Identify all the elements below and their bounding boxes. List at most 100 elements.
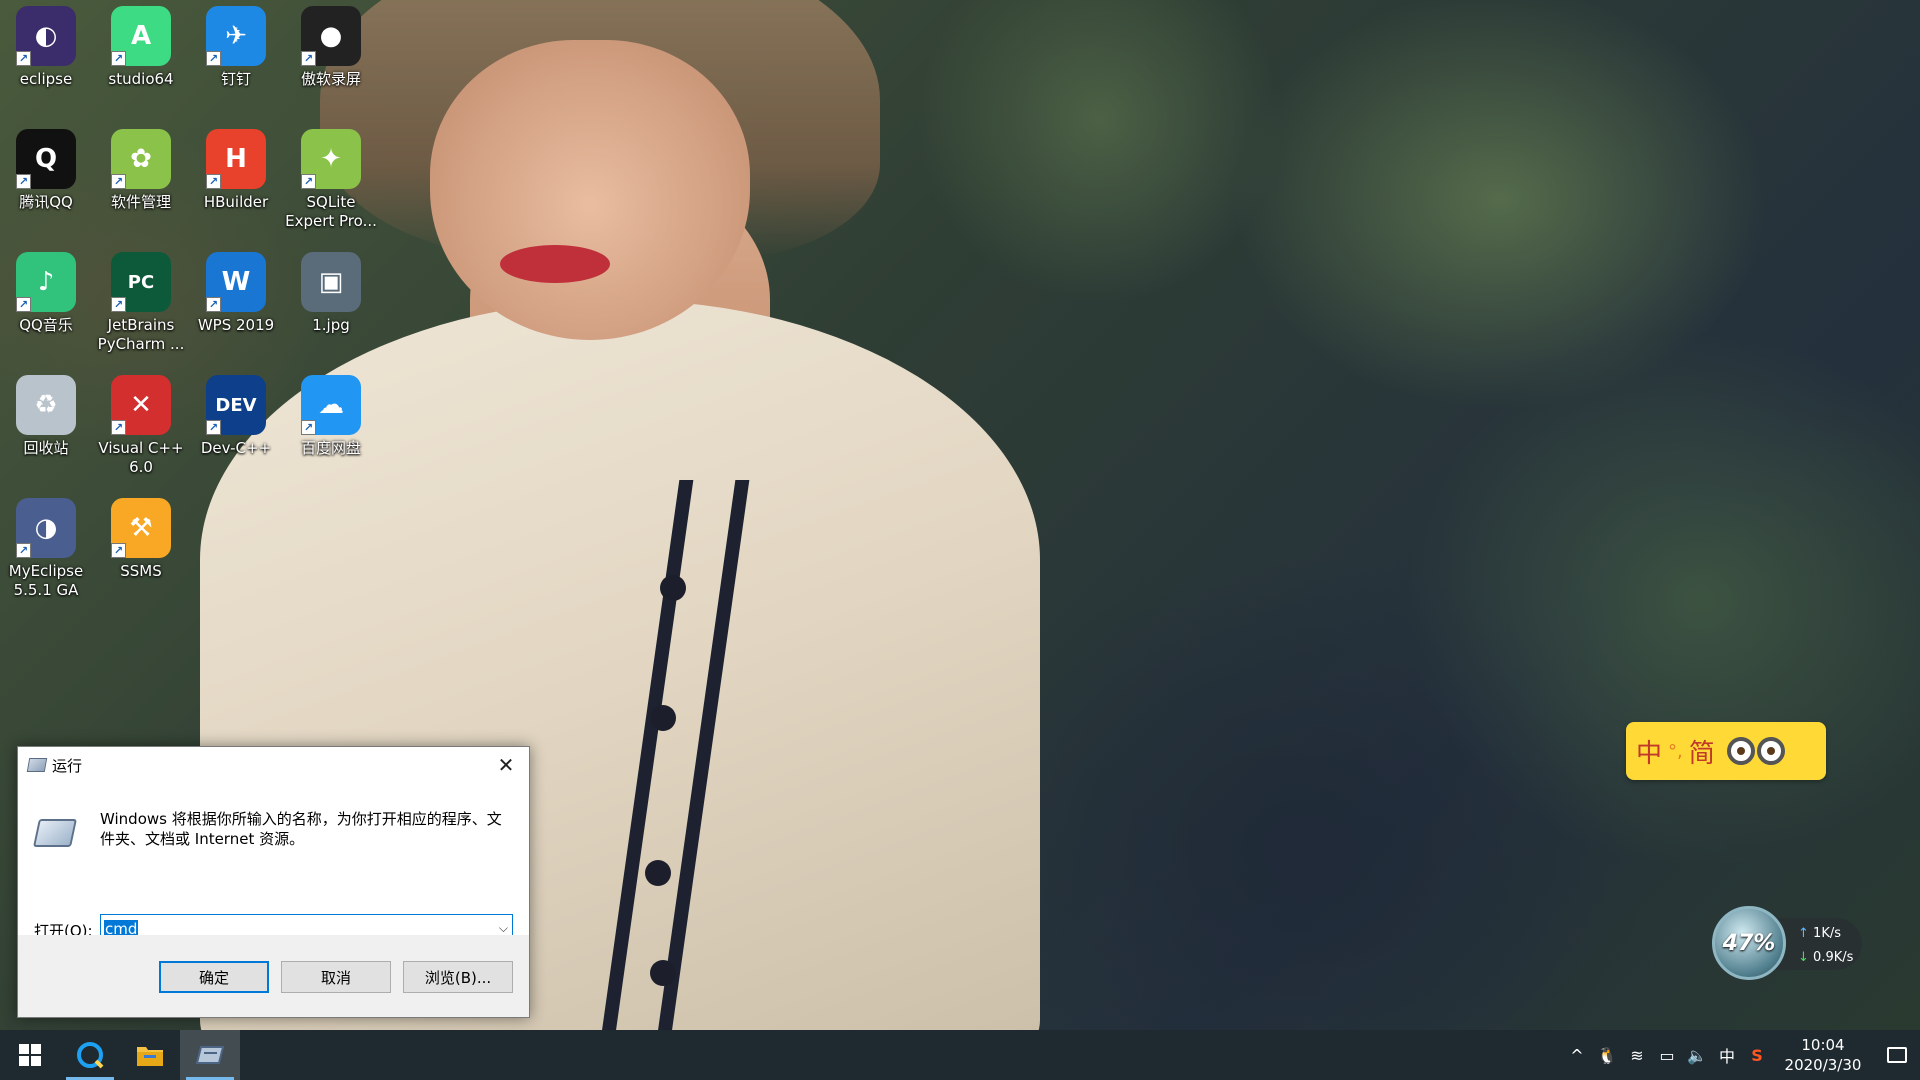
ime-punctuation-toggle[interactable]: °, <box>1668 741 1683 762</box>
shortcut-arrow-icon: ↗ <box>16 297 31 312</box>
desktop-icon[interactable]: W ↗ WPS 2019 <box>190 248 282 335</box>
desktop-icon-label: Visual C++ 6.0 <box>98 439 184 476</box>
desktop-icon[interactable]: ▣ 1.jpg <box>285 248 377 335</box>
volume-icon[interactable]: 🔈 <box>1682 1030 1712 1080</box>
notification-icon <box>1887 1047 1907 1063</box>
desktop-icon[interactable]: PC ↗ JetBrains PyCharm ... <box>95 248 187 354</box>
desktop-icon[interactable]: ◐ ↗ eclipse <box>0 2 92 89</box>
desktop-icon[interactable]: ◑ ↗ MyEclipse 5.5.1 GA <box>0 494 92 600</box>
desktop-icon-label: 傲软录屏 <box>300 70 361 88</box>
desktop-icon[interactable]: ⚒ ↗ SSMS <box>95 494 187 581</box>
shortcut-arrow-icon: ↗ <box>111 543 126 558</box>
app-icon: ● ↗ <box>301 6 361 66</box>
wallpaper-button <box>645 860 671 886</box>
desktop-icon-label: QQ音乐 <box>19 316 73 334</box>
close-button[interactable]: ✕ <box>483 747 529 783</box>
ime-toolbar[interactable]: 中 °, 简 <box>1626 722 1826 780</box>
action-center-button[interactable] <box>1874 1030 1920 1080</box>
app-icon: ⚒ ↗ <box>111 498 171 558</box>
ime-mode-toggle[interactable]: 中 <box>1636 733 1662 770</box>
app-icon: ◑ ↗ <box>16 498 76 558</box>
wallpaper-button <box>650 960 676 986</box>
desktop-icon-label: JetBrains PyCharm ... <box>97 316 185 353</box>
desktop-icon[interactable]: ♻ 回收站 <box>0 371 92 458</box>
app-icon: W ↗ <box>206 252 266 312</box>
shortcut-arrow-icon: ↗ <box>111 51 126 66</box>
download-rate: 0.9K/s <box>1813 950 1854 965</box>
desktop-icon-label: HBuilder <box>203 193 269 211</box>
ime-eye-icon <box>1756 737 1785 765</box>
wallpaper-button <box>650 705 676 731</box>
folder-icon <box>137 1047 163 1066</box>
desktop-icon-label: WPS 2019 <box>197 316 275 334</box>
close-icon: ✕ <box>497 753 515 777</box>
wallpaper-lips <box>500 245 610 283</box>
run-footer: 确定 取消 浏览(B)... <box>18 935 529 1017</box>
desktop-icon[interactable]: ✕ ↗ Visual C++ 6.0 <box>95 371 187 477</box>
desktop-icon[interactable]: A ↗ studio64 <box>95 2 187 89</box>
desktop-icon[interactable]: ✦ ↗ SQLite Expert Pro... <box>285 125 377 231</box>
download-arrow-icon: ↓ <box>1798 950 1809 965</box>
ime-charset-toggle[interactable]: 简 <box>1689 733 1715 770</box>
browse-button[interactable]: 浏览(B)... <box>403 961 513 993</box>
ime-eye-icon <box>1726 737 1755 765</box>
shortcut-arrow-icon: ↗ <box>16 51 31 66</box>
input-language-indicator[interactable]: 中 <box>1712 1030 1742 1080</box>
desktop-icon[interactable]: DEV ↗ Dev-C++ <box>190 371 282 458</box>
desktop-icon[interactable]: ♪ ↗ QQ音乐 <box>0 248 92 335</box>
run-app-icon <box>26 758 48 772</box>
run-icon <box>195 1046 225 1064</box>
app-icon: PC ↗ <box>111 252 171 312</box>
clock-date: 2020/3/30 <box>1784 1056 1862 1074</box>
app-icon: ✦ ↗ <box>301 129 361 189</box>
desktop-icon-label: studio64 <box>108 70 174 88</box>
start-button[interactable] <box>0 1030 60 1080</box>
taskbar-run[interactable] <box>180 1030 240 1080</box>
desktop-icon-label: Dev-C++ <box>200 439 272 457</box>
run-window-icon <box>33 819 77 847</box>
windows-logo-icon <box>19 1044 41 1066</box>
taskbar-clock[interactable]: 10:04 2020/3/30 <box>1778 1035 1868 1075</box>
desktop-icon[interactable]: Q ↗ 腾讯QQ <box>0 125 92 212</box>
show-hidden-icons-button[interactable]: ^ <box>1562 1030 1592 1080</box>
app-icon: H ↗ <box>206 129 266 189</box>
desktop-icon[interactable]: ✿ ↗ 软件管理 <box>95 125 187 212</box>
qq-tray-icon[interactable]: 🐧 <box>1592 1030 1622 1080</box>
shortcut-arrow-icon: ↗ <box>206 297 221 312</box>
sogou-ime-icon[interactable]: S <box>1742 1030 1772 1080</box>
desktop-icon[interactable]: H ↗ HBuilder <box>190 125 282 212</box>
app-icon: DEV ↗ <box>206 375 266 435</box>
shortcut-arrow-icon: ↗ <box>301 51 316 66</box>
desktop-icon-label: 百度网盘 <box>300 439 361 457</box>
taskbar-file-explorer[interactable] <box>120 1030 180 1080</box>
network-icon[interactable]: ≋ <box>1622 1030 1652 1080</box>
shortcut-arrow-icon: ↗ <box>111 174 126 189</box>
desktop-icon-label: 软件管理 <box>110 193 171 211</box>
battery-icon[interactable]: ▭ <box>1652 1030 1682 1080</box>
desktop-icon[interactable]: ✈ ↗ 钉钉 <box>190 2 282 89</box>
shortcut-arrow-icon: ↗ <box>16 174 31 189</box>
chevron-down-icon[interactable]: ⌵ <box>499 921 508 936</box>
shortcut-arrow-icon: ↗ <box>206 51 221 66</box>
desktop-icon-label: eclipse <box>19 70 73 88</box>
app-icon: ▣ <box>301 252 361 312</box>
desktop-icon-label: 1.jpg <box>312 316 350 334</box>
desktop-icon-label: 回收站 <box>23 439 69 457</box>
wallpaper-button <box>660 575 686 601</box>
desktop-icon-label: 钉钉 <box>220 70 251 88</box>
run-body: Windows 将根据你所输入的名称，为你打开相应的程序、文件夹、文档或 Int… <box>18 783 529 944</box>
taskbar-browser[interactable] <box>60 1030 120 1080</box>
ime-mascot-icon[interactable] <box>1726 737 1785 765</box>
desktop-icon[interactable]: ● ↗ 傲软录屏 <box>285 2 377 89</box>
network-monitor-widget[interactable]: ↑ 1K/s ↓ 0.9K/s 47% <box>1712 906 1862 982</box>
browser-icon <box>77 1042 104 1069</box>
desktop-icon[interactable]: ☁ ↗ 百度网盘 <box>285 371 377 458</box>
clock-time: 10:04 <box>1801 1036 1845 1054</box>
cancel-button[interactable]: 取消 <box>281 961 391 993</box>
app-icon: ♪ ↗ <box>16 252 76 312</box>
run-titlebar[interactable]: 运行 <box>18 747 529 783</box>
app-icon: ✕ ↗ <box>111 375 171 435</box>
app-icon: ✈ ↗ <box>206 6 266 66</box>
memory-usage-ball[interactable]: 47% <box>1712 906 1786 980</box>
ok-button[interactable]: 确定 <box>159 961 269 993</box>
